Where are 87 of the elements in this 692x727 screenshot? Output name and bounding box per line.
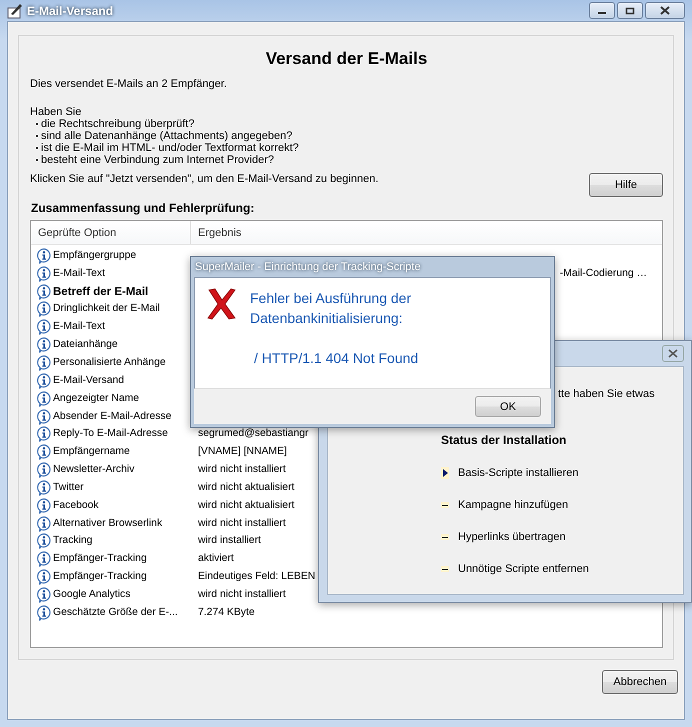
result-text: wird nicht installiert xyxy=(198,518,286,530)
result-text: 7.274 KByte xyxy=(198,606,255,619)
option-text: Dateianhänge xyxy=(53,339,118,352)
step-text: Unnötige Scripte entfernen xyxy=(458,563,589,575)
question-text: ist die E-Mail im HTML- und/oder Textformat korrekt? xyxy=(41,142,299,154)
info-icon xyxy=(36,569,52,586)
info-icon xyxy=(36,533,52,550)
info-icon xyxy=(36,551,52,568)
step-text: Hyperlinks übertragen xyxy=(458,531,566,543)
window-title: E-Mail-Versand xyxy=(27,4,114,16)
option-text: E-Mail-Text xyxy=(53,268,105,280)
result-text: Eindeutiges Feld: LEBEN xyxy=(198,571,316,584)
option-text: Empfängername xyxy=(53,446,130,458)
result-text: wird installiert xyxy=(198,535,261,548)
option-text: Twitter xyxy=(53,482,84,494)
close-icon xyxy=(660,6,670,15)
error-detail: / HTTP/1.1 404 Not Found xyxy=(253,349,418,368)
option-text: Dringlichkeit der E-Mail xyxy=(53,303,160,316)
close-button[interactable] xyxy=(645,2,685,19)
question-text: die Rechtschreibung überprüft? xyxy=(41,118,194,130)
result-text: -Mail-Codierung … xyxy=(560,268,647,280)
info-icon xyxy=(36,319,52,336)
info-icon xyxy=(36,354,52,371)
dialog-title: SuperMailer - Einrichtung der Tracking-Scripte xyxy=(194,260,422,275)
minimize-button[interactable] xyxy=(589,2,615,19)
question-text: sind alle Datenanhänge (Attachments) angegeben? xyxy=(41,130,292,142)
status-title: Status der Installation xyxy=(441,434,568,446)
info-icon xyxy=(36,266,52,282)
app-icon xyxy=(7,2,23,18)
question-text: besteht eine Verbindung zum Internet Provider? xyxy=(41,154,274,166)
info-icon xyxy=(36,426,52,442)
option-text: Tracking xyxy=(53,535,92,548)
option-text: Reply-To E-Mail-Adresse xyxy=(53,428,168,440)
info-icon xyxy=(36,337,52,354)
result-text: wird nicht aktualisiert xyxy=(198,500,294,512)
info-icon xyxy=(36,498,52,514)
result-text: aktiviert xyxy=(198,553,234,566)
section-title: Zusammenfassung und Fehlerprüfung: xyxy=(31,202,256,214)
info-icon xyxy=(36,372,52,389)
info-icon xyxy=(36,248,52,264)
info-icon xyxy=(36,604,52,621)
info-icon xyxy=(36,390,52,407)
error-icon xyxy=(207,288,236,320)
column-header[interactable]: Ergebnis xyxy=(191,226,242,238)
info-icon xyxy=(36,480,52,496)
result-text: [VNAME] [NNAME] xyxy=(198,446,287,458)
option-text: Absender E-Mail-Adresse xyxy=(53,410,172,423)
ok-button[interactable]: OK xyxy=(475,396,541,417)
option-text: Empfängergruppe xyxy=(53,250,136,262)
result-text: wird nicht installiert xyxy=(198,464,286,476)
maximize-icon xyxy=(625,6,635,14)
step-text: Kampagne hinzufügen xyxy=(458,499,568,511)
info-icon xyxy=(36,462,52,478)
help-button[interactable]: Hilfe xyxy=(589,173,663,197)
info-icon xyxy=(36,586,52,603)
info-icon xyxy=(36,444,52,460)
info-icon xyxy=(36,408,52,425)
option-text: E-Mail-Versand xyxy=(53,374,124,387)
option-text: Betreff der E-Mail xyxy=(53,286,148,298)
option-text: E-Mail-Text xyxy=(53,321,105,334)
result-text: wird nicht installiert xyxy=(198,588,286,601)
result-text: segrumed@sebastiangr xyxy=(198,428,308,440)
option-text: Geschätzte Größe der E-... xyxy=(53,606,178,619)
close-button[interactable] xyxy=(662,345,684,362)
cancel-button[interactable]: Abbrechen xyxy=(602,670,678,694)
dialog-text: tte haben Sie etwas xyxy=(558,388,656,400)
close-icon xyxy=(668,349,678,358)
option-text: Facebook xyxy=(53,500,99,512)
intro-text: Dies versendet E-Mails an 2 Empfänger. xyxy=(30,78,228,90)
maximize-button[interactable] xyxy=(617,2,643,19)
option-text: Personalisierte Anhänge xyxy=(53,356,166,369)
step-text: Basis-Scripte installieren xyxy=(458,467,578,479)
question-header: Haben Sie xyxy=(30,106,82,118)
result-text: wird nicht aktualisiert xyxy=(198,482,294,494)
info-icon xyxy=(36,301,52,318)
option-text: Empfänger-Tracking xyxy=(53,571,147,584)
option-text: Alternativer Browserlink xyxy=(53,518,162,530)
option-text: Angezeigter Name xyxy=(53,392,140,405)
option-text: Newsletter-Archiv xyxy=(53,464,134,476)
dialog-heading: Versand der E-Mails xyxy=(264,48,428,70)
option-text: Empfänger-Tracking xyxy=(53,553,147,566)
info-icon xyxy=(36,284,52,300)
instruction-text: Klicken Sie auf "Jetzt versenden", um den E-Mail-Versand zu beginnen. xyxy=(30,172,378,184)
error-message: Fehler bei Ausführung der Datenbankinitialisierung: xyxy=(250,289,412,328)
column-header[interactable]: Geprüfte Option xyxy=(38,226,116,238)
option-text: Google Analytics xyxy=(53,588,130,601)
info-icon xyxy=(36,516,52,532)
